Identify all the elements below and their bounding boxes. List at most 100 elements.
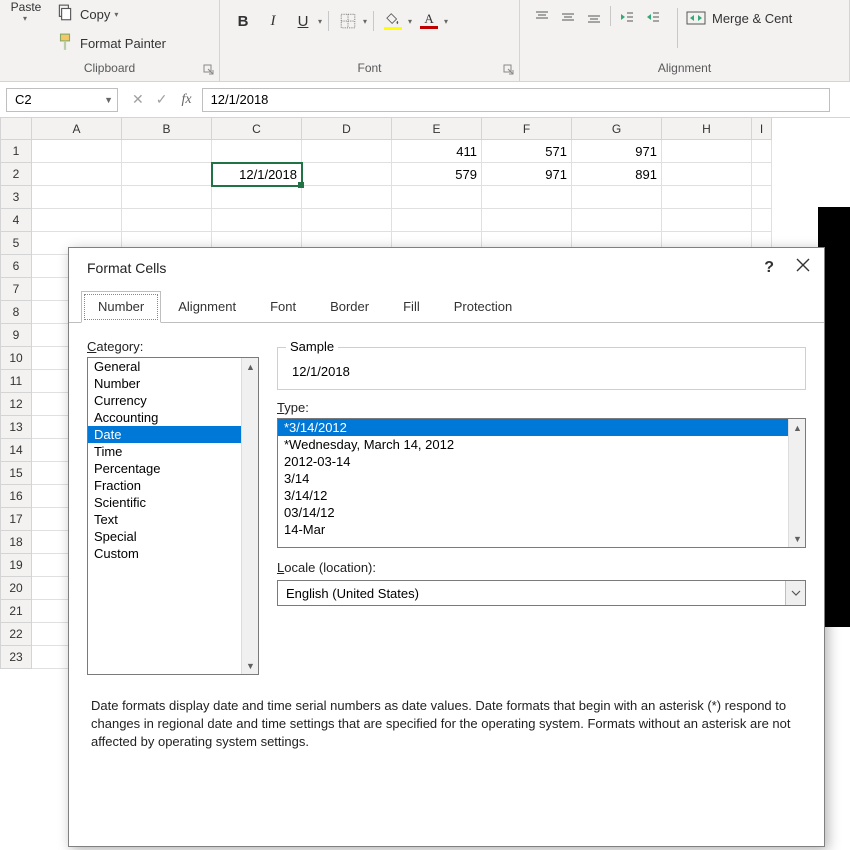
align-middle-button[interactable] (556, 6, 580, 28)
cell-G2[interactable]: 891 (572, 163, 662, 186)
row-header-12[interactable]: 12 (0, 393, 32, 416)
cell-E1[interactable]: 411 (392, 140, 482, 163)
column-header-B[interactable]: B (122, 118, 212, 140)
row-header-8[interactable]: 8 (0, 301, 32, 324)
category-item-date[interactable]: Date (88, 426, 258, 443)
help-button[interactable]: ? (764, 259, 774, 277)
cell-D3[interactable] (302, 186, 392, 209)
scroll-down-icon[interactable]: ▼ (789, 530, 806, 547)
borders-button[interactable] (335, 9, 361, 33)
category-item-currency[interactable]: Currency (88, 392, 258, 409)
name-box-dropdown-icon[interactable]: ▼ (104, 95, 113, 105)
cell-F3[interactable] (482, 186, 572, 209)
select-all-corner[interactable] (0, 118, 32, 140)
row-header-1[interactable]: 1 (0, 140, 32, 163)
font-dialog-launcher[interactable] (503, 64, 515, 76)
paste-button[interactable]: Paste ▾ (0, 0, 52, 23)
category-item-percentage[interactable]: Percentage (88, 460, 258, 477)
cell-C4[interactable] (212, 209, 302, 232)
type-scrollbar[interactable]: ▲ ▼ (788, 419, 805, 547)
column-header-I[interactable]: I (752, 118, 772, 140)
locale-combobox[interactable]: English (United States) (277, 580, 806, 606)
tab-fill[interactable]: Fill (386, 291, 437, 322)
borders-dropdown-icon[interactable]: ▾ (363, 17, 367, 26)
row-header-3[interactable]: 3 (0, 186, 32, 209)
cell-H1[interactable] (662, 140, 752, 163)
row-header-11[interactable]: 11 (0, 370, 32, 393)
merge-center-button[interactable]: Merge & Cent (680, 6, 798, 30)
category-item-custom[interactable]: Custom (88, 545, 258, 562)
cell-I3[interactable] (752, 186, 772, 209)
row-header-9[interactable]: 9 (0, 324, 32, 347)
cell-B1[interactable] (122, 140, 212, 163)
tab-number[interactable]: Number (81, 291, 161, 323)
cell-A4[interactable] (32, 209, 122, 232)
row-header-18[interactable]: 18 (0, 531, 32, 554)
row-header-17[interactable]: 17 (0, 508, 32, 531)
increase-indent-button[interactable] (641, 6, 665, 28)
cell-E2[interactable]: 579 (392, 163, 482, 186)
format-painter-button[interactable]: Format Painter (52, 31, 170, 56)
row-header-16[interactable]: 16 (0, 485, 32, 508)
row-header-14[interactable]: 14 (0, 439, 32, 462)
row-header-23[interactable]: 23 (0, 646, 32, 669)
row-header-15[interactable]: 15 (0, 462, 32, 485)
scroll-up-icon[interactable]: ▲ (789, 419, 806, 436)
column-header-E[interactable]: E (392, 118, 482, 140)
formula-input[interactable]: 12/1/2018 (202, 88, 830, 112)
row-header-13[interactable]: 13 (0, 416, 32, 439)
cell-I4[interactable] (752, 209, 772, 232)
cell-B2[interactable] (122, 163, 212, 186)
column-header-F[interactable]: F (482, 118, 572, 140)
row-header-20[interactable]: 20 (0, 577, 32, 600)
type-item[interactable]: 14-Mar (278, 521, 805, 538)
cell-C2[interactable]: 12/1/2018 (212, 163, 302, 186)
cell-E3[interactable] (392, 186, 482, 209)
font-color-button[interactable]: A (416, 9, 442, 33)
type-item[interactable]: *Wednesday, March 14, 2012 (278, 436, 805, 453)
cell-F1[interactable]: 571 (482, 140, 572, 163)
fill-color-button[interactable] (380, 9, 406, 33)
column-header-H[interactable]: H (662, 118, 752, 140)
locale-dropdown-button[interactable] (785, 581, 805, 605)
cell-H4[interactable] (662, 209, 752, 232)
align-top-button[interactable] (530, 6, 554, 28)
category-item-number[interactable]: Number (88, 375, 258, 392)
copy-button[interactable]: Copy ▾ (52, 2, 170, 27)
name-box[interactable]: C2 ▼ (6, 88, 118, 112)
cell-F4[interactable] (482, 209, 572, 232)
row-header-10[interactable]: 10 (0, 347, 32, 370)
row-header-19[interactable]: 19 (0, 554, 32, 577)
insert-function-button[interactable]: fx (181, 92, 201, 108)
cell-G4[interactable] (572, 209, 662, 232)
cell-A1[interactable] (32, 140, 122, 163)
underline-button[interactable]: U (290, 9, 316, 33)
column-header-G[interactable]: G (572, 118, 662, 140)
font-color-dropdown-icon[interactable]: ▾ (444, 17, 448, 26)
cell-A3[interactable] (32, 186, 122, 209)
type-listbox[interactable]: *3/14/2012*Wednesday, March 14, 20122012… (277, 418, 806, 548)
scroll-down-icon[interactable]: ▼ (242, 657, 259, 674)
category-item-text[interactable]: Text (88, 511, 258, 528)
column-header-A[interactable]: A (32, 118, 122, 140)
cell-F2[interactable]: 971 (482, 163, 572, 186)
cell-E4[interactable] (392, 209, 482, 232)
cancel-formula-icon[interactable]: ✕ (132, 91, 144, 108)
column-header-C[interactable]: C (212, 118, 302, 140)
close-button[interactable] (796, 258, 810, 277)
category-item-scientific[interactable]: Scientific (88, 494, 258, 511)
type-item[interactable]: 2012-03-14 (278, 453, 805, 470)
cell-C1[interactable] (212, 140, 302, 163)
tab-font[interactable]: Font (253, 291, 313, 322)
column-header-D[interactable]: D (302, 118, 392, 140)
category-listbox[interactable]: GeneralNumberCurrencyAccountingDateTimeP… (87, 357, 259, 675)
cell-I1[interactable] (752, 140, 772, 163)
category-item-special[interactable]: Special (88, 528, 258, 545)
cell-D4[interactable] (302, 209, 392, 232)
underline-dropdown-icon[interactable]: ▾ (318, 17, 322, 26)
type-item[interactable]: 3/14/12 (278, 487, 805, 504)
row-header-21[interactable]: 21 (0, 600, 32, 623)
decrease-indent-button[interactable] (615, 6, 639, 28)
type-item[interactable]: 03/14/12 (278, 504, 805, 521)
clipboard-dialog-launcher[interactable] (203, 64, 215, 76)
